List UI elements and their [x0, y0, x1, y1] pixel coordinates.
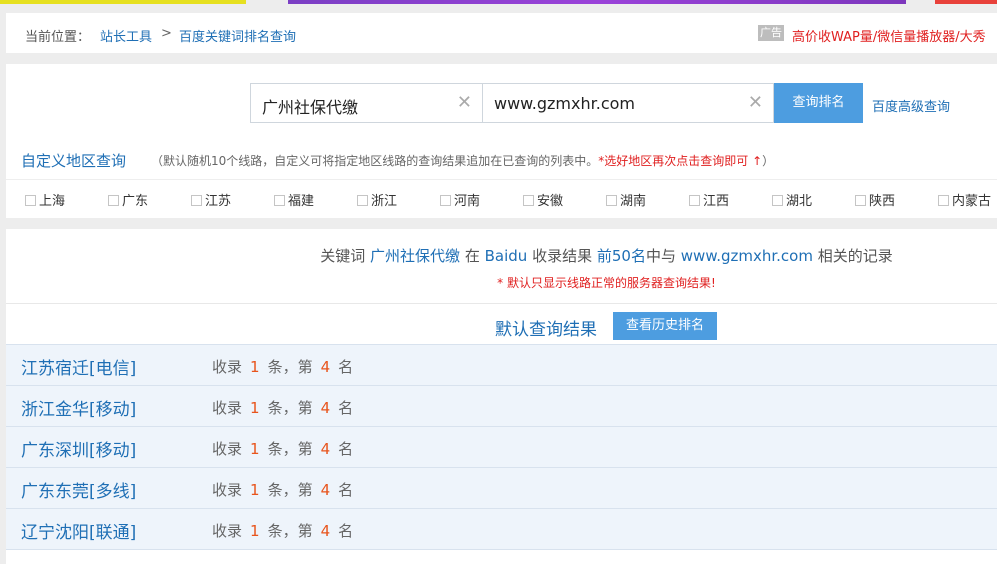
summary-engine: Baidu: [484, 247, 528, 265]
results-note: * 默认只显示线路正常的服务器查询结果!: [497, 276, 716, 290]
result-rank: 4: [320, 399, 331, 417]
results-panel: 关键词 广州社保代缴 在 Baidu 收录结果 前50名中与 www.gzmxh…: [6, 229, 997, 564]
result-stat: 收录 1 条，第 4 名: [212, 399, 354, 417]
top-strip-red: [935, 0, 997, 4]
result-location-link[interactable]: 广东东莞[多线]: [21, 477, 136, 502]
breadcrumb-label: 当前位置：: [25, 30, 91, 45]
custom-region-note: （默认随机10个线路，自定义可将指定地区线路的查询结果追加在已查询的列表中。*选…: [151, 152, 774, 169]
result-count: 1: [250, 358, 260, 376]
result-row: 浙江金华[移动] 收录 1 条，第 4 名: [6, 385, 997, 426]
result-count: 1: [250, 481, 260, 499]
region-checkbox-list: 上海 广东 江苏 福建 浙江 河南 安徽 湖南 江西 湖北 陕西 内蒙古: [25, 190, 997, 212]
panel-divider: [6, 179, 997, 180]
result-stat: 收录 1 条，第 4 名: [212, 440, 354, 458]
top-strip-yellow: [0, 0, 246, 4]
keyword-input-value: 广州社保代缴: [262, 98, 359, 117]
checkbox-icon[interactable]: [25, 195, 36, 206]
result-rank: 4: [320, 440, 331, 458]
breadcrumb-link-webmaster-tools[interactable]: 站长工具: [100, 26, 152, 45]
summary-keyword: 广州社保代缴: [370, 247, 461, 265]
results-divider: [6, 303, 997, 304]
custom-region-query-link[interactable]: 自定义地区查询: [21, 150, 126, 171]
clear-domain-icon[interactable]: ✕: [748, 92, 763, 113]
top-color-strip: [0, 0, 997, 4]
region-checkbox-zhejiang[interactable]: 浙江: [357, 190, 397, 209]
summary-range: 前50名: [596, 247, 646, 265]
result-count: 1: [250, 440, 260, 458]
search-panel: 广州社保代缴 ✕ www.gzmxhr.com ✕ 查询排名 百度高级查询 自定…: [6, 64, 997, 218]
region-checkbox-fujian[interactable]: 福建: [274, 190, 314, 209]
checkbox-icon[interactable]: [274, 195, 285, 206]
breadcrumb-separator: >: [161, 26, 172, 41]
result-count: 1: [250, 399, 260, 417]
region-checkbox-shaanxi[interactable]: 陕西: [855, 190, 895, 209]
result-row: 辽宁沈阳[联通] 收录 1 条，第 4 名: [6, 508, 997, 549]
custom-note-close: ）: [762, 154, 775, 168]
result-stat: 收录 1 条，第 4 名: [212, 358, 354, 376]
query-rank-button[interactable]: 查询排名: [774, 83, 863, 123]
custom-note-hint: *选好地区再次点击查询即可 ↑: [598, 154, 763, 168]
checkbox-icon[interactable]: [523, 195, 534, 206]
checkbox-icon[interactable]: [938, 195, 949, 206]
top-strip-purple: [288, 0, 906, 4]
region-checkbox-anhui[interactable]: 安徽: [523, 190, 563, 209]
region-checkbox-jiangxi[interactable]: 江西: [689, 190, 729, 209]
result-count: 1: [250, 522, 260, 540]
ad-link[interactable]: 高价收WAP量/微信量播放器/大秀: [792, 26, 986, 45]
domain-input-value: www.gzmxhr.com: [494, 94, 635, 113]
result-location-link[interactable]: 江苏宿迁[电信]: [21, 354, 136, 379]
region-checkbox-henan[interactable]: 河南: [440, 190, 480, 209]
breadcrumb: 当前位置： 站长工具 > 百度关键词排名查询 广告 高价收WAP量/微信量播放器…: [6, 13, 997, 53]
checkbox-icon[interactable]: [689, 195, 700, 206]
result-location-link[interactable]: 辽宁沈阳[联通]: [21, 518, 136, 543]
result-rank: 4: [320, 481, 331, 499]
checkbox-icon[interactable]: [440, 195, 451, 206]
result-rank: 4: [320, 358, 331, 376]
region-checkbox-shanghai[interactable]: 上海: [25, 190, 65, 209]
result-row: 江苏宿迁[电信] 收录 1 条，第 4 名: [6, 344, 997, 385]
result-stat: 收录 1 条，第 4 名: [212, 522, 354, 540]
custom-note-text: （默认随机10个线路，自定义可将指定地区线路的查询结果追加在已查询的列表中。: [151, 154, 599, 168]
default-results-title: 默认查询结果: [495, 320, 597, 340]
region-checkbox-hunan[interactable]: 湖南: [606, 190, 646, 209]
ad-badge: 广告: [758, 25, 784, 41]
region-checkbox-neimenggu[interactable]: 内蒙古: [938, 190, 991, 209]
checkbox-icon[interactable]: [772, 195, 783, 206]
breadcrumb-link-baidu-rank[interactable]: 百度关键词排名查询: [179, 26, 296, 45]
results-summary: 关键词 广州社保代缴 在 Baidu 收录结果 前50名中与 www.gzmxh…: [320, 247, 893, 265]
checkbox-icon[interactable]: [855, 195, 866, 206]
result-rank: 4: [320, 522, 331, 540]
view-history-button[interactable]: 查看历史排名: [613, 312, 717, 340]
result-row: 广东深圳[移动] 收录 1 条，第 4 名: [6, 426, 997, 467]
summary-domain: www.gzmxhr.com: [680, 247, 813, 265]
result-row: 广东东莞[多线] 收录 1 条，第 4 名: [6, 467, 997, 508]
result-location-link[interactable]: 广东深圳[移动]: [21, 436, 136, 461]
region-checkbox-guangdong[interactable]: 广东: [108, 190, 148, 209]
results-list: 江苏宿迁[电信] 收录 1 条，第 4 名 浙江金华[移动] 收录 1 条，第 4 名 广东深圳…: [6, 344, 997, 564]
keyword-input[interactable]: 广州社保代缴 ✕: [250, 83, 483, 123]
checkbox-icon[interactable]: [357, 195, 368, 206]
checkbox-icon[interactable]: [191, 195, 202, 206]
result-stat: 收录 1 条，第 4 名: [212, 481, 354, 499]
checkbox-icon[interactable]: [108, 195, 119, 206]
result-location-link[interactable]: 浙江金华[移动]: [21, 395, 136, 420]
results-list-end: [6, 549, 997, 564]
domain-input[interactable]: www.gzmxhr.com ✕: [482, 83, 774, 123]
checkbox-icon[interactable]: [606, 195, 617, 206]
region-checkbox-jiangsu[interactable]: 江苏: [191, 190, 231, 209]
advanced-search-link[interactable]: 百度高级查询: [872, 96, 950, 115]
clear-keyword-icon[interactable]: ✕: [457, 92, 472, 113]
region-checkbox-hubei[interactable]: 湖北: [772, 190, 812, 209]
